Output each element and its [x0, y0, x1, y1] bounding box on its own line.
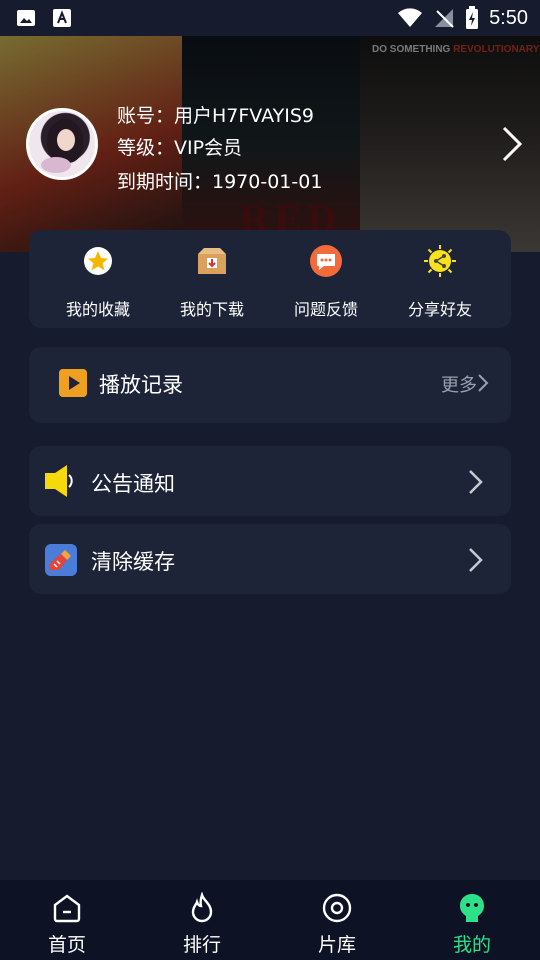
tab-library-label: 片库 [317, 934, 356, 956]
clock: 5:50 [489, 6, 528, 29]
avatar[interactable] [26, 108, 98, 180]
tab-mine[interactable]: 我的 [422, 892, 522, 957]
bottom-tab-bar: 首页 排行 片库 我的 [0, 880, 540, 960]
no-signal-icon [435, 9, 454, 28]
tab-home[interactable]: 首页 [17, 892, 117, 957]
profile-face-icon [460, 894, 484, 922]
chevron-right-icon[interactable] [467, 468, 485, 496]
battery-charging-icon [466, 6, 479, 29]
share-label: 分享好友 [407, 300, 472, 319]
notice-label: 公告通知 [91, 472, 175, 496]
tab-mine-label: 我的 [452, 934, 491, 956]
megaphone-icon [45, 465, 73, 497]
favorites-button[interactable]: 我的收藏 [48, 244, 148, 320]
tab-ranking-label: 排行 [182, 934, 221, 956]
fire-icon [191, 891, 213, 923]
play-history-label: 播放记录 [99, 373, 183, 397]
favorites-label: 我的收藏 [65, 300, 130, 319]
play-icon [59, 369, 87, 397]
account-id: 账号：用户H7FVAYIS9 [117, 105, 314, 127]
tab-library[interactable]: 片库 [287, 892, 387, 957]
feedback-button[interactable]: 问题反馈 [276, 244, 376, 320]
wifi-icon [398, 8, 423, 27]
download-box-icon [198, 248, 226, 274]
feedback-chat-icon [310, 245, 342, 277]
expire-date: 到期时间：1970-01-01 [117, 171, 323, 193]
more-link[interactable]: 更多 [441, 371, 477, 397]
tab-ranking[interactable]: 排行 [152, 891, 252, 957]
text-notification-icon [53, 9, 71, 27]
clear-cache-row[interactable]: 清除缓存 [29, 524, 511, 594]
quick-actions-card: 我的收藏 我的下载 问题反馈 分享好友 [29, 230, 511, 328]
feedback-label: 问题反馈 [293, 300, 358, 319]
home-icon [53, 894, 81, 923]
chevron-right-icon[interactable] [477, 373, 489, 393]
share-icon [424, 245, 456, 277]
member-level: 等级：VIP会员 [117, 137, 243, 159]
broom-icon [45, 544, 77, 576]
image-notification-icon [17, 10, 35, 26]
notice-row[interactable]: 公告通知 [29, 446, 511, 516]
downloads-label: 我的下载 [179, 300, 244, 319]
share-button[interactable]: 分享好友 [390, 244, 490, 320]
downloads-button[interactable]: 我的下载 [162, 244, 262, 320]
star-icon [84, 247, 112, 275]
play-history-row[interactable]: 播放记录 更多 [29, 347, 511, 423]
clear-cache-label: 清除缓存 [91, 550, 175, 574]
status-bar: 5:50 [0, 0, 540, 36]
library-disc-icon [322, 893, 352, 923]
chevron-right-icon[interactable] [467, 546, 485, 574]
chevron-right-icon[interactable] [500, 124, 524, 164]
tab-home-label: 首页 [47, 934, 86, 956]
